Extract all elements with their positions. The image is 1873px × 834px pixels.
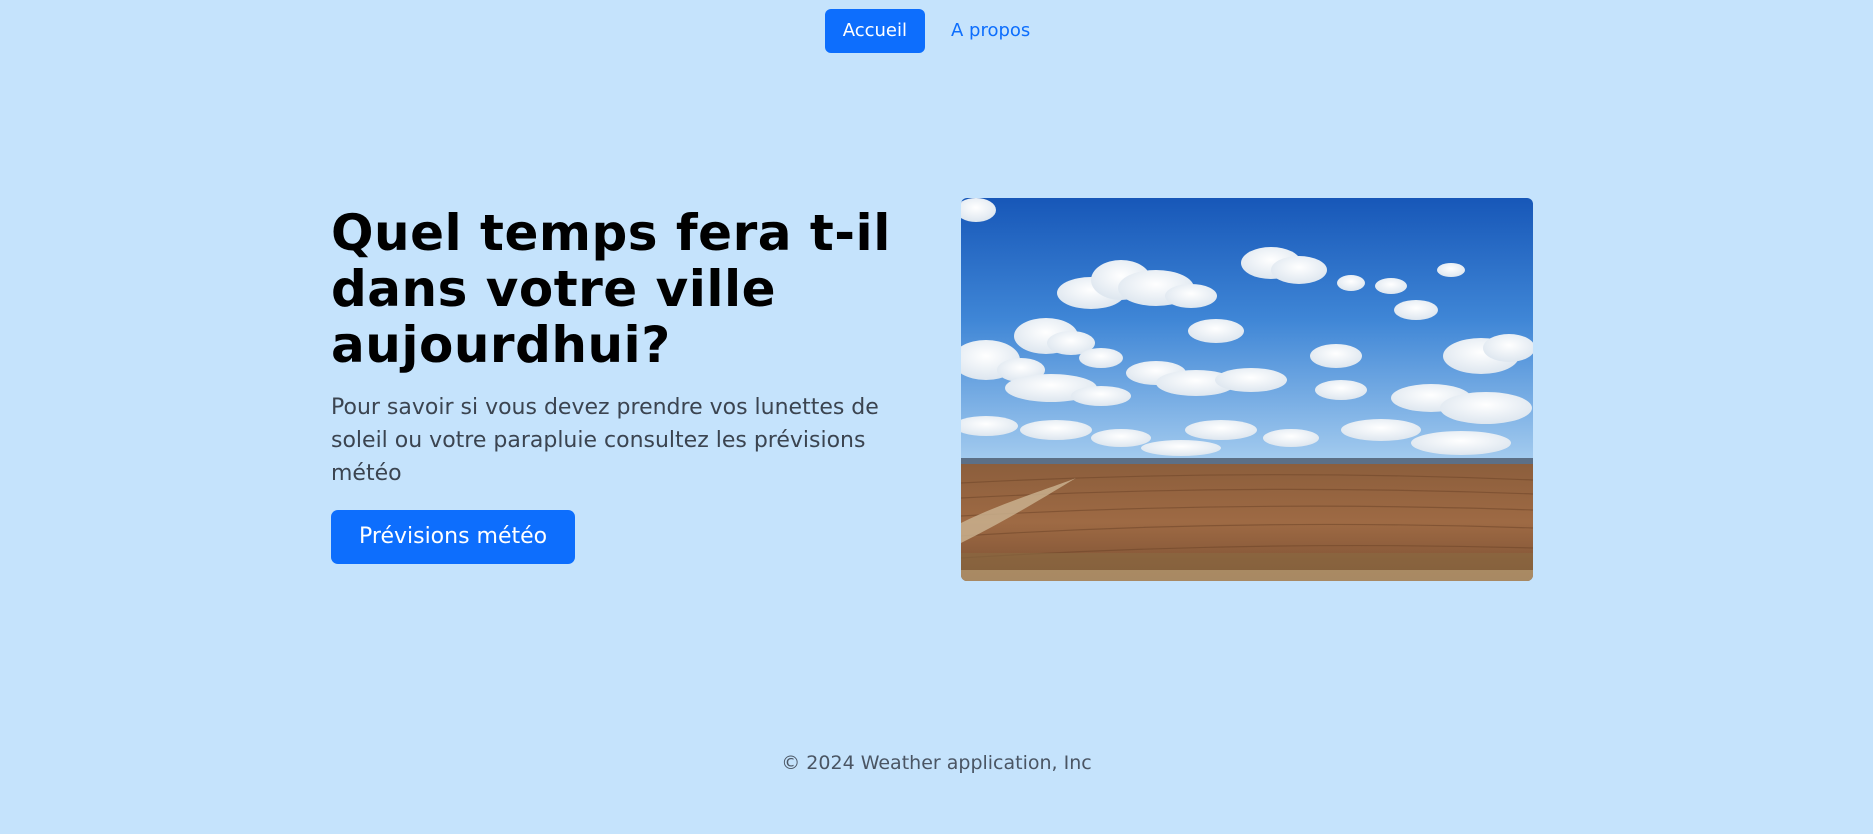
hero-text-section: Quel temps fera t-il dans votre ville au…	[331, 205, 891, 564]
hero-landscape-image	[961, 198, 1533, 581]
footer-copyright: © 2024 Weather application, Inc	[781, 752, 1092, 774]
top-nav: Accueil A propos	[0, 9, 1873, 53]
forecast-button[interactable]: Prévisions météo	[331, 510, 576, 564]
hero-lead: Pour savoir si vous devez prendre vos lu…	[331, 395, 879, 486]
nav-link-a-propos[interactable]: A propos	[933, 9, 1048, 53]
hero-title: Quel temps fera t-il dans votre ville au…	[331, 204, 891, 374]
nav-link-accueil[interactable]: Accueil	[824, 9, 925, 53]
footer: © 2024 Weather application, Inc	[0, 752, 1873, 774]
